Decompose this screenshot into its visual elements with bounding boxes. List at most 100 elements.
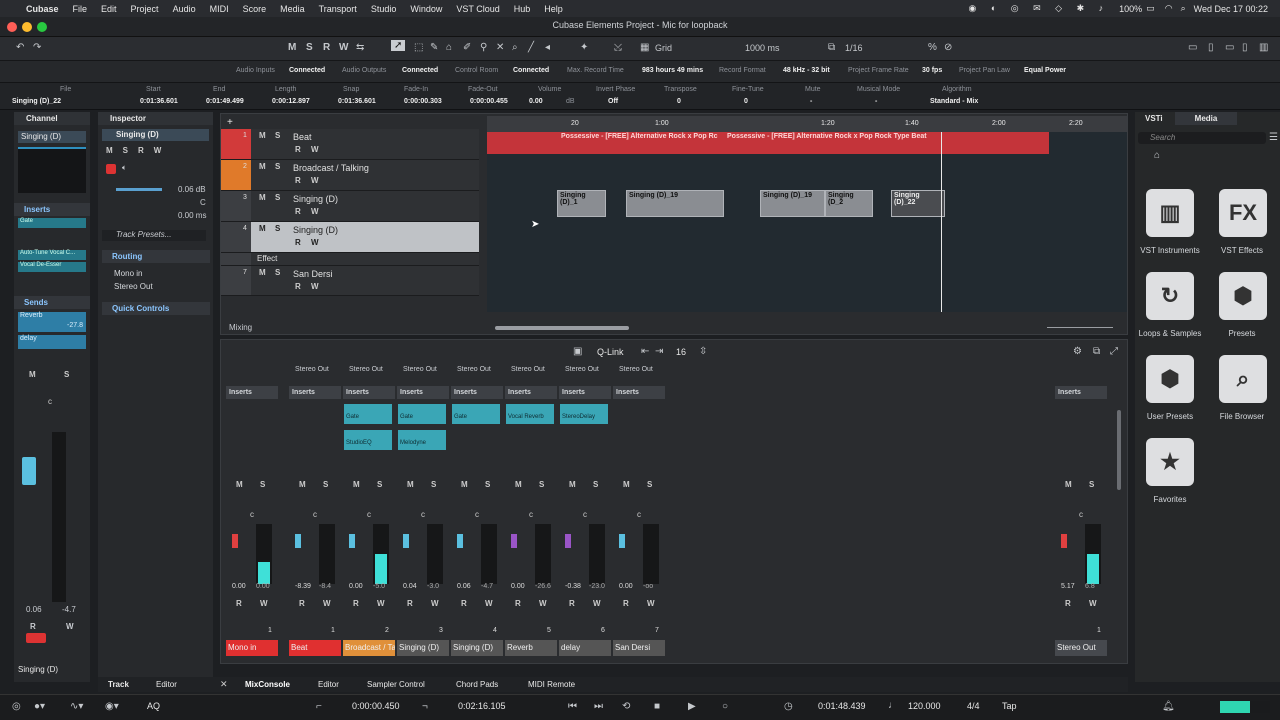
track-name[interactable]: San Dersi — [293, 269, 333, 279]
channel-output-routing[interactable]: Stereo Out — [403, 366, 437, 373]
channel-solo-button[interactable]: S — [431, 480, 436, 489]
track-write-button[interactable]: W — [311, 207, 319, 216]
track-read-button[interactable]: R — [295, 176, 301, 185]
channel-solo-button[interactable]: S — [647, 480, 652, 489]
channel-insert-slot[interactable]: Auto-Tune Vocal C... — [18, 250, 86, 260]
channel-mute-button[interactable]: M — [29, 370, 36, 379]
channel-name[interactable]: Reverb — [505, 640, 557, 656]
tab-editor[interactable]: Editor — [318, 680, 339, 689]
send-slot[interactable]: delay — [18, 335, 86, 349]
inspector-read-button[interactable]: R — [138, 146, 144, 155]
channel-fader-cap[interactable] — [457, 534, 463, 548]
channel-write-button[interactable]: W — [539, 599, 547, 608]
output-routing-select[interactable]: Stereo Out — [114, 282, 206, 293]
show-right-zone-icon[interactable]: ▯ — [1242, 42, 1248, 53]
snap-toggle-icon[interactable]: ⤩ — [614, 42, 622, 53]
grid-value-select[interactable]: 1000 ms — [745, 43, 815, 53]
zoom-slider[interactable] — [1047, 327, 1113, 328]
info-end-value[interactable]: 0:01:49.499 — [206, 98, 244, 105]
track-mute-button[interactable]: M — [259, 131, 266, 140]
info-algorithm-value[interactable]: Standard - Mix — [930, 98, 978, 105]
insert-plugin-slot[interactable]: Gate — [452, 404, 500, 424]
mixer-channel-strip[interactable]: Inserts M Sc 5.17 6.8 R W 1 Stereo Out — [1055, 366, 1107, 662]
channel-pan-knob[interactable]: c — [583, 510, 587, 519]
channel-solo-button[interactable]: S — [485, 480, 490, 489]
channel-output-routing[interactable]: Stereo Out — [349, 366, 383, 373]
stop-icon[interactable]: ■ — [654, 701, 660, 712]
track-read-button[interactable]: R — [295, 282, 301, 291]
left-locator-icon[interactable]: ⌐ — [316, 701, 322, 712]
inspector-delay-value[interactable]: 0.00 ms — [178, 211, 206, 220]
tap-tempo-button[interactable]: Tap — [1002, 701, 1017, 711]
audio-inputs-value[interactable]: Connected — [289, 67, 325, 74]
tab-editor-left[interactable]: Editor — [156, 680, 177, 689]
media-menu-icon[interactable]: ☰ — [1269, 132, 1278, 143]
info-snap-value[interactable]: 0:01:36.601 — [338, 98, 376, 105]
inserts-header[interactable]: Inserts — [1055, 386, 1107, 399]
track-solo-button[interactable]: S — [275, 268, 280, 277]
inspector-write-button[interactable]: W — [154, 146, 162, 155]
channel-pan-knob[interactable]: c — [313, 510, 317, 519]
pan-law-value[interactable]: Equal Power — [1024, 67, 1066, 74]
read-all-button[interactable]: R — [323, 42, 330, 53]
channel-mute-button[interactable]: M — [299, 480, 306, 489]
track-color-strip[interactable] — [221, 253, 251, 265]
info-fadeout-value[interactable]: 0:00:00.455 — [470, 98, 508, 105]
split-tool-icon[interactable]: ✎ — [430, 42, 438, 53]
channel-solo-button[interactable]: S — [377, 480, 382, 489]
mute-tool-icon[interactable]: ✕ — [496, 42, 504, 53]
info-length-value[interactable]: 0:00:12.897 — [272, 98, 310, 105]
punch-icon[interactable]: ◉▾ — [105, 701, 119, 712]
track-row[interactable]: 2 Broadcast / Talking M S R W — [221, 160, 479, 191]
track-name[interactable]: Singing (D) — [293, 225, 338, 235]
user-presets-label[interactable]: User Presets — [1135, 412, 1205, 421]
channel-fader-cap[interactable] — [295, 534, 301, 548]
menu-score[interactable]: Score — [243, 4, 267, 14]
channel-name[interactable]: Stereo Out — [1055, 640, 1107, 656]
menu-project[interactable]: Project — [131, 4, 159, 14]
grid-type-select[interactable]: Grid — [655, 43, 720, 53]
channel-read-button[interactable]: R — [623, 599, 629, 608]
tab-track[interactable]: Track — [108, 680, 129, 689]
track-name[interactable]: Beat — [293, 132, 312, 142]
quantize-settings-icon[interactable]: % — [928, 42, 937, 53]
app-menu[interactable]: Cubase — [26, 4, 59, 14]
inserts-header[interactable]: Inserts — [451, 386, 503, 399]
channel-output-routing[interactable]: Stereo Out — [565, 366, 599, 373]
track-mute-button[interactable]: M — [259, 193, 266, 202]
wifi-icon[interactable]: ◠ — [1165, 3, 1173, 14]
mixer-settings-icon[interactable]: ⚙ — [1073, 346, 1082, 357]
frame-rate-value[interactable]: 30 fps — [922, 67, 942, 74]
presets-tile-icon[interactable]: ⬢ — [1219, 272, 1267, 320]
channel-volume-value[interactable]: 0.00 — [232, 583, 246, 590]
menu-file[interactable]: File — [73, 4, 88, 14]
channel-insert-slot[interactable]: Gate — [18, 218, 86, 228]
channel-pan-knob[interactable]: c — [367, 510, 371, 519]
mixer-channel-strip[interactable]: Stereo Out Inserts Gate StudioEQ M Sc 0.00 -5.0… — [343, 366, 395, 662]
menu-media[interactable]: Media — [280, 4, 305, 14]
channel-mute-button[interactable]: M — [353, 480, 360, 489]
channel-pan-knob[interactable]: c — [1079, 510, 1083, 519]
channel-write-button[interactable]: W — [260, 599, 268, 608]
zoom-icon[interactable]: ⌕ — [512, 42, 518, 53]
tab-midi-remote[interactable]: MIDI Remote — [528, 680, 575, 689]
info-volume-value[interactable]: 0.00 — [529, 98, 543, 105]
audio-event-selected[interactable]: Singing (D)_22 — [891, 190, 945, 217]
signature-display[interactable]: 4/4 — [967, 701, 980, 711]
erase-tool-icon[interactable]: ✐ — [463, 42, 471, 53]
channel-insert-slot[interactable]: Vocal De-Esser — [18, 262, 86, 272]
track-mute-button[interactable]: M — [259, 268, 266, 277]
record-format-value[interactable]: 48 kHz - 32 bit — [783, 67, 830, 74]
insert-plugin-slot[interactable]: Melodyne — [398, 430, 446, 450]
track-row[interactable]: 1 Beat M S R W — [221, 129, 479, 160]
channel-pan-knob[interactable]: c — [475, 510, 479, 519]
menu-transport[interactable]: Transport — [319, 4, 357, 14]
mixer-channel-strip[interactable]: Stereo Out Inserts M Sc -8.39 -8.4 R W 1 Beat — [289, 366, 341, 662]
menu-hub[interactable]: Hub — [514, 4, 531, 14]
channel-solo-button[interactable]: S — [593, 480, 598, 489]
home-icon[interactable]: ⌂ — [1154, 150, 1160, 161]
channel-volume-value[interactable]: -0.38 — [565, 583, 581, 590]
channel-write-button[interactable]: W — [1089, 599, 1097, 608]
project-cursor[interactable] — [941, 132, 942, 312]
channel-read-button[interactable]: R — [30, 622, 36, 631]
